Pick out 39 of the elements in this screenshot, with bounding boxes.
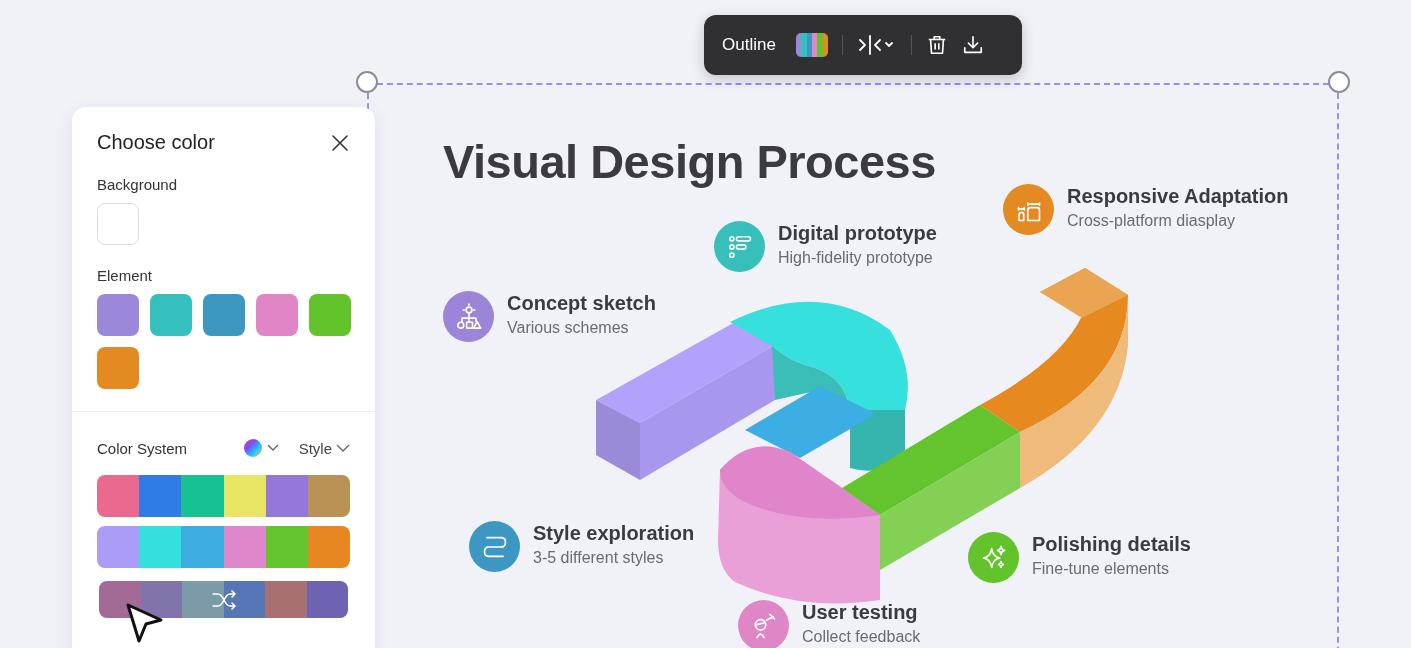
step-title: User testing xyxy=(802,601,919,624)
color-swatch[interactable] xyxy=(203,294,245,336)
panel-title: Choose color xyxy=(97,131,215,154)
element-label: Element xyxy=(97,267,154,284)
shuffle-icon[interactable] xyxy=(210,588,237,611)
background-swatch[interactable] xyxy=(97,203,139,245)
step-title: Concept sketch xyxy=(507,292,656,315)
step-title: Digital prototype xyxy=(778,222,937,245)
step-title: Responsive Adaptation xyxy=(1067,185,1289,208)
resize-handle[interactable] xyxy=(1328,71,1350,93)
outline-color-button[interactable] xyxy=(795,33,828,57)
download-icon[interactable] xyxy=(961,34,984,56)
mouse-pointer-icon xyxy=(125,602,165,644)
color-palette[interactable] xyxy=(97,526,350,568)
color-swatch[interactable] xyxy=(150,294,192,336)
step-description: 3-5 different styles xyxy=(533,549,665,567)
color-palette[interactable] xyxy=(99,581,348,618)
step-title: Polishing details xyxy=(1032,533,1191,556)
color-palette[interactable] xyxy=(97,475,350,517)
lightbulb-shapes-icon xyxy=(454,302,483,331)
style-dropdown[interactable]: Style xyxy=(298,439,350,457)
background-label: Background xyxy=(97,176,179,193)
step-description: Cross-platform diasplay xyxy=(1067,212,1237,230)
infographic-title: Visual Design Process xyxy=(443,134,936,189)
step-description: Various schemes xyxy=(507,319,630,337)
color-wheel-dropdown-icon[interactable] xyxy=(242,437,281,459)
close-icon[interactable] xyxy=(330,132,350,153)
resize-handle[interactable] xyxy=(356,71,378,93)
color-system-label: Color System xyxy=(97,439,189,457)
step-description: Collect feedback xyxy=(802,628,921,646)
step-description: High-fidelity prototype xyxy=(778,249,934,267)
color-swatch[interactable] xyxy=(97,347,139,389)
color-swatch[interactable] xyxy=(309,294,351,336)
outline-label: Outline xyxy=(722,35,776,55)
step-description: Fine-tune elements xyxy=(1032,560,1170,578)
step-title: Style exploration xyxy=(533,522,695,545)
chevron-down-icon xyxy=(336,443,350,453)
color-swatch[interactable] xyxy=(256,294,298,336)
color-swatch[interactable] xyxy=(97,294,139,336)
